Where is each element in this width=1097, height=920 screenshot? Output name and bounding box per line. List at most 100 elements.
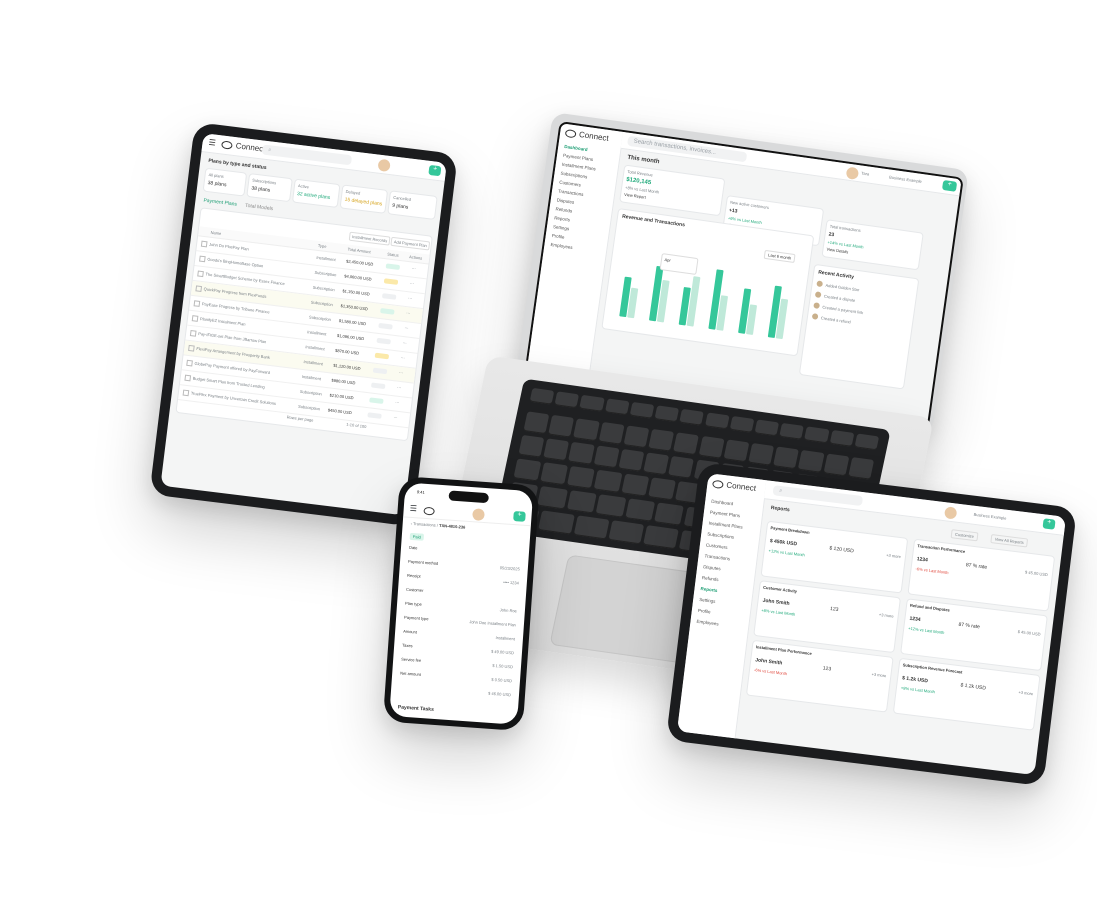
keyboard-key[interactable]	[566, 490, 597, 514]
row-checkbox[interactable]	[200, 240, 208, 248]
total-revenue-card[interactable]: Total Revenue $120,145 +8% vs Last Month…	[619, 164, 726, 217]
add-button[interactable]: +	[428, 164, 442, 177]
keyboard-key[interactable]	[648, 428, 675, 452]
keyboard-key[interactable]	[679, 408, 705, 426]
row-checkbox[interactable]	[199, 255, 206, 263]
keyboard-key[interactable]	[729, 415, 755, 433]
keyboard-key[interactable]	[518, 434, 545, 458]
keyboard-key[interactable]	[595, 494, 627, 518]
keyboard-key[interactable]	[548, 414, 575, 438]
keyboard-key[interactable]	[594, 469, 623, 493]
more-icon[interactable]: ⋯	[397, 385, 402, 390]
keyboard-key[interactable]	[654, 502, 685, 526]
add-button[interactable]: +	[513, 511, 526, 522]
keyboard-key[interactable]	[554, 391, 580, 409]
keyboard-key[interactable]	[568, 441, 595, 465]
row-checkbox[interactable]	[184, 374, 192, 382]
more-icon[interactable]: ⋯	[410, 280, 415, 285]
avatar[interactable]	[376, 157, 392, 174]
keyboard-key[interactable]	[523, 411, 550, 435]
stat-card-subscriptions[interactable]: Subscriptions 38 plans	[246, 172, 293, 203]
keyboard-key[interactable]	[624, 498, 656, 522]
row-checkbox[interactable]	[188, 344, 195, 352]
keyboard-key[interactable]	[538, 510, 575, 535]
row-checkbox[interactable]	[182, 389, 190, 397]
more-icon[interactable]: ⋯	[395, 400, 400, 405]
keyboard-key[interactable]	[798, 449, 825, 473]
more-icon[interactable]: ⋯	[401, 355, 406, 360]
keyboard-key[interactable]	[823, 453, 850, 477]
row-checkbox[interactable]	[195, 285, 203, 293]
search-input[interactable]: ⌕	[261, 144, 353, 166]
row-checkbox[interactable]	[191, 315, 199, 322]
more-icon[interactable]: ⋯	[402, 340, 407, 345]
keyboard-key[interactable]	[567, 465, 596, 489]
avatar[interactable]	[942, 505, 959, 521]
add-button[interactable]: +	[941, 179, 958, 192]
keyboard-key[interactable]	[647, 477, 676, 501]
keyboard-key[interactable]	[543, 438, 570, 462]
breadcrumb[interactable]: ‹ Transactions / TXN-4810-236	[411, 521, 466, 530]
keyboard-key[interactable]	[668, 455, 695, 479]
business-name[interactable]: Business Example	[889, 174, 922, 184]
more-icon[interactable]: ⋯	[408, 295, 413, 300]
keyboard-key[interactable]	[643, 525, 680, 550]
chart-period-select[interactable]: Last 6 month	[763, 249, 796, 264]
report-card[interactable]: Subscription Revenue Forecast $ 1.2k USD…	[892, 657, 1041, 731]
keyboard-key[interactable]	[537, 486, 568, 510]
menu-icon[interactable]: ☰	[409, 504, 417, 513]
search-input[interactable]: ⌕	[772, 485, 864, 507]
report-card[interactable]: Installment Plan Performance John Smith …	[745, 639, 894, 713]
pagination[interactable]: 1-10 of 100	[346, 422, 367, 429]
keyboard-key[interactable]	[779, 422, 805, 440]
keyboard-key[interactable]	[629, 401, 655, 419]
menu-icon[interactable]: ☰	[208, 138, 216, 148]
keyboard-key[interactable]	[804, 426, 830, 444]
row-checkbox[interactable]	[197, 270, 204, 278]
tab-total-models[interactable]: Total Models	[245, 203, 274, 212]
stat-card-cancelled[interactable]: Cancelled 9 plans	[387, 190, 438, 220]
add-payment-plan-button[interactable]: Add Payment Plan	[390, 236, 431, 251]
keyboard-key[interactable]	[654, 405, 680, 423]
row-checkbox[interactable]	[189, 330, 197, 337]
avatar[interactable]	[471, 507, 486, 523]
keyboard-key[interactable]	[643, 452, 670, 476]
keyboard-key[interactable]	[608, 520, 645, 545]
keyboard-key[interactable]	[854, 433, 880, 451]
keyboard-key[interactable]	[604, 398, 630, 416]
keyboard-key[interactable]	[704, 412, 730, 430]
avatar[interactable]	[844, 165, 861, 182]
keyboard-key[interactable]	[829, 429, 855, 447]
customize-button[interactable]: Customize	[950, 529, 979, 542]
keyboard-key[interactable]	[620, 473, 650, 497]
keyboard-key[interactable]	[593, 445, 620, 469]
more-icon[interactable]: ⋯	[412, 266, 417, 271]
keyboard-key[interactable]	[540, 462, 569, 486]
keyboard-key[interactable]	[618, 448, 645, 472]
more-icon[interactable]: ⋯	[399, 370, 404, 375]
tab-payment-plans[interactable]: Payment Plans	[203, 198, 237, 208]
row-checkbox[interactable]	[186, 359, 193, 367]
keyboard-key[interactable]	[698, 435, 725, 459]
business-name[interactable]: Business Example	[973, 512, 1006, 521]
more-icon[interactable]: ⋯	[404, 325, 409, 330]
total-transactions-card[interactable]: Total transactions 23 +14% vs Last Month…	[821, 219, 924, 271]
add-button[interactable]: +	[1042, 518, 1056, 530]
keyboard-key[interactable]	[748, 442, 775, 466]
keyboard-key[interactable]	[573, 418, 600, 442]
keyboard-key[interactable]	[754, 419, 780, 437]
stat-card-all[interactable]: All plans 38 plans	[202, 167, 248, 197]
keyboard-key[interactable]	[573, 515, 610, 540]
more-icon[interactable]: ⋯	[393, 414, 398, 419]
row-checkbox[interactable]	[193, 300, 201, 307]
keyboard-key[interactable]	[598, 421, 625, 445]
keyboard-key[interactable]	[513, 458, 542, 482]
keyboard-key[interactable]	[529, 387, 555, 405]
keyboard-key[interactable]	[847, 456, 875, 480]
keyboard-key[interactable]	[773, 446, 800, 470]
keyboard-key[interactable]	[673, 432, 700, 456]
stat-card-active[interactable]: Active 32 active plans	[291, 178, 341, 209]
view-all-reports-button[interactable]: View All Reports	[990, 534, 1029, 548]
installment-records-button[interactable]: Installment Records	[348, 231, 391, 246]
stat-card-delayed[interactable]: Delayed 15 delayed plans	[339, 184, 389, 214]
